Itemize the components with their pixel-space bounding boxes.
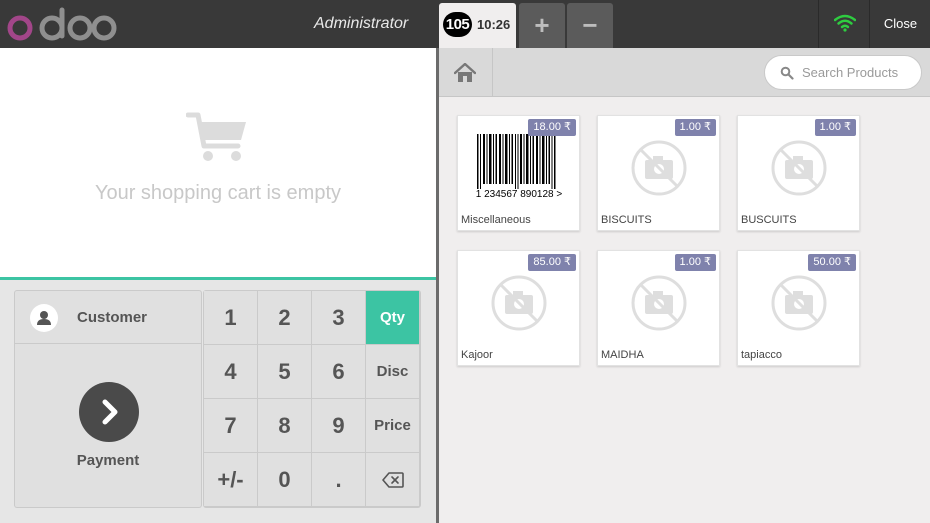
customer-button[interactable]: Customer bbox=[14, 290, 202, 344]
numpad-key-8[interactable]: 8 bbox=[258, 399, 311, 452]
home-category-button[interactable] bbox=[439, 48, 493, 97]
customer-label: Customer bbox=[77, 309, 148, 326]
product-name: tapiacco bbox=[741, 349, 782, 361]
order-number-badge: 105 bbox=[443, 12, 472, 37]
product-card[interactable]: 1.00 ₹ BISCUITS bbox=[597, 115, 720, 231]
odoo-logo bbox=[7, 7, 117, 41]
order-time: 10:26 bbox=[477, 17, 511, 32]
no-image-icon bbox=[491, 275, 547, 331]
no-image-icon bbox=[631, 140, 687, 196]
payment-arrow-icon bbox=[79, 382, 139, 442]
order-tab[interactable]: 105 10:26 bbox=[439, 3, 516, 48]
product-card[interactable]: 1.00 ₹ BUSCUITS bbox=[737, 115, 860, 231]
numpad-key-decimal[interactable]: . bbox=[312, 453, 365, 506]
product-name: Kajoor bbox=[461, 349, 493, 361]
user-name[interactable]: Administrator bbox=[314, 15, 408, 33]
mode-price-button[interactable]: Price bbox=[366, 399, 419, 452]
user-icon bbox=[37, 311, 51, 325]
numpad: 1 2 3 Qty 4 5 6 Disc 7 8 9 Price +/- 0 . bbox=[203, 290, 421, 508]
action-pad: Customer Payment bbox=[14, 290, 202, 508]
product-card[interactable]: 50.00 ₹ tapiacco bbox=[737, 250, 860, 366]
product-card[interactable]: 1.00 ₹ MAIDHA bbox=[597, 250, 720, 366]
home-icon bbox=[454, 63, 476, 82]
numpad-key-4[interactable]: 4 bbox=[204, 345, 257, 398]
product-card[interactable]: 1 234567 890128 > 18.00 ₹ Miscellaneous bbox=[457, 115, 580, 231]
product-card[interactable]: 85.00 ₹ Kajoor bbox=[457, 250, 580, 366]
no-image-icon bbox=[631, 275, 687, 331]
top-bar: Administrator 105 10:26 + − Close bbox=[0, 0, 930, 48]
connection-status[interactable] bbox=[818, 0, 870, 48]
payment-button[interactable]: Payment bbox=[14, 344, 202, 508]
price-tag: 1.00 ₹ bbox=[814, 119, 856, 136]
remove-order-button[interactable]: − bbox=[567, 3, 613, 48]
numpad-key-3[interactable]: 3 bbox=[312, 291, 365, 344]
product-name: BISCUITS bbox=[601, 214, 652, 226]
numpad-key-1[interactable]: 1 bbox=[204, 291, 257, 344]
numpad-key-sign[interactable]: +/- bbox=[204, 453, 257, 506]
mode-qty-button[interactable]: Qty bbox=[366, 291, 419, 344]
order-cart: Your shopping cart is empty bbox=[0, 48, 436, 280]
price-tag: 85.00 ₹ bbox=[528, 254, 576, 271]
no-image-icon bbox=[771, 140, 827, 196]
numpad-key-9[interactable]: 9 bbox=[312, 399, 365, 452]
numpad-key-5[interactable]: 5 bbox=[258, 345, 311, 398]
backspace-button[interactable] bbox=[366, 453, 419, 506]
barcode-image: 1 234567 890128 > bbox=[476, 134, 563, 200]
wifi-icon bbox=[834, 14, 856, 32]
search-input[interactable] bbox=[802, 56, 917, 89]
no-image-icon bbox=[771, 275, 827, 331]
price-tag: 50.00 ₹ bbox=[808, 254, 856, 271]
left-pane: Your shopping cart is empty Customer Pay… bbox=[0, 48, 436, 523]
numpad-key-7[interactable]: 7 bbox=[204, 399, 257, 452]
backspace-icon bbox=[381, 472, 404, 488]
shopping-cart-icon bbox=[186, 112, 246, 161]
mode-disc-button[interactable]: Disc bbox=[366, 345, 419, 398]
empty-cart-message: Your shopping cart is empty bbox=[94, 182, 342, 204]
product-name: BUSCUITS bbox=[741, 214, 797, 226]
price-tag: 1.00 ₹ bbox=[674, 119, 716, 136]
price-tag: 18.00 ₹ bbox=[528, 119, 576, 136]
product-screen: 1 234567 890128 > 18.00 ₹ Miscellaneous … bbox=[439, 48, 930, 523]
add-order-button[interactable]: + bbox=[519, 3, 565, 48]
numpad-key-2[interactable]: 2 bbox=[258, 291, 311, 344]
barcode-text: 1 234567 890128 > bbox=[476, 189, 563, 200]
search-box bbox=[764, 55, 922, 90]
price-tag: 1.00 ₹ bbox=[674, 254, 716, 271]
avatar bbox=[30, 304, 58, 332]
numpad-key-0[interactable]: 0 bbox=[258, 453, 311, 506]
product-name: Miscellaneous bbox=[461, 214, 531, 226]
close-button[interactable]: Close bbox=[871, 0, 930, 48]
category-bar bbox=[439, 48, 930, 97]
payment-label: Payment bbox=[76, 452, 140, 469]
product-name: MAIDHA bbox=[601, 349, 644, 361]
search-icon bbox=[780, 66, 794, 80]
numpad-key-6[interactable]: 6 bbox=[312, 345, 365, 398]
